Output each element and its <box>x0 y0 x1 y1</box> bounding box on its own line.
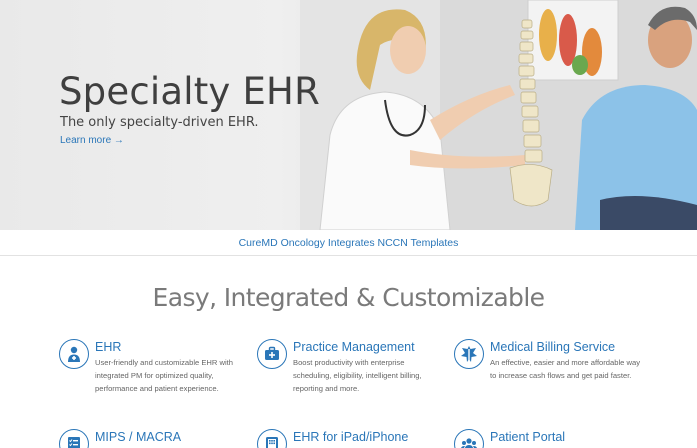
news-link[interactable]: CureMD Oncology Integrates NCCN Template… <box>239 237 459 249</box>
news-bar: CureMD Oncology Integrates NCCN Template… <box>0 230 697 256</box>
feature-mips-macra[interactable]: MIPS / MACRA <box>59 429 249 448</box>
checklist-icon <box>59 429 89 448</box>
feature-practice-management[interactable]: Practice Management Boost productivity w… <box>257 339 447 399</box>
feature-title: Practice Management <box>293 340 415 354</box>
doctor-icon <box>59 339 89 369</box>
feature-description: Boost productivity with enterprise sched… <box>293 358 422 393</box>
section-title: Easy, Integrated & Customizable <box>152 283 546 312</box>
feature-title: Patient Portal <box>490 430 566 444</box>
tablet-icon <box>257 429 287 448</box>
feature-title: EHR <box>95 340 122 354</box>
hero-banner: Specialty EHR The only specialty-driven … <box>0 0 697 230</box>
feature-description: An effective, easier and more affordable… <box>490 358 640 380</box>
learn-more-link[interactable]: Learn more → <box>60 135 124 146</box>
hero-title: Specialty EHR <box>59 70 320 113</box>
feature-patient-portal[interactable]: Patient Portal <box>454 429 644 448</box>
feature-title: EHR for iPad/iPhone <box>293 430 409 444</box>
hero-photo <box>300 0 697 230</box>
feature-ehr-ipad[interactable]: EHR for iPad/iPhone <box>257 429 447 448</box>
feature-title: Medical Billing Service <box>490 340 616 354</box>
feature-medical-billing[interactable]: Medical Billing Service An effective, ea… <box>454 339 644 399</box>
feature-title: MIPS / MACRA <box>95 430 182 444</box>
hero-subtitle: The only specialty-driven EHR. <box>60 115 259 130</box>
feature-description: User-friendly and customizable EHR with … <box>95 358 234 393</box>
feature-ehr[interactable]: EHR User-friendly and customizable EHR w… <box>59 339 249 409</box>
patients-group-icon <box>454 429 484 448</box>
caduceus-icon <box>454 339 484 369</box>
medical-kit-icon <box>257 339 287 369</box>
